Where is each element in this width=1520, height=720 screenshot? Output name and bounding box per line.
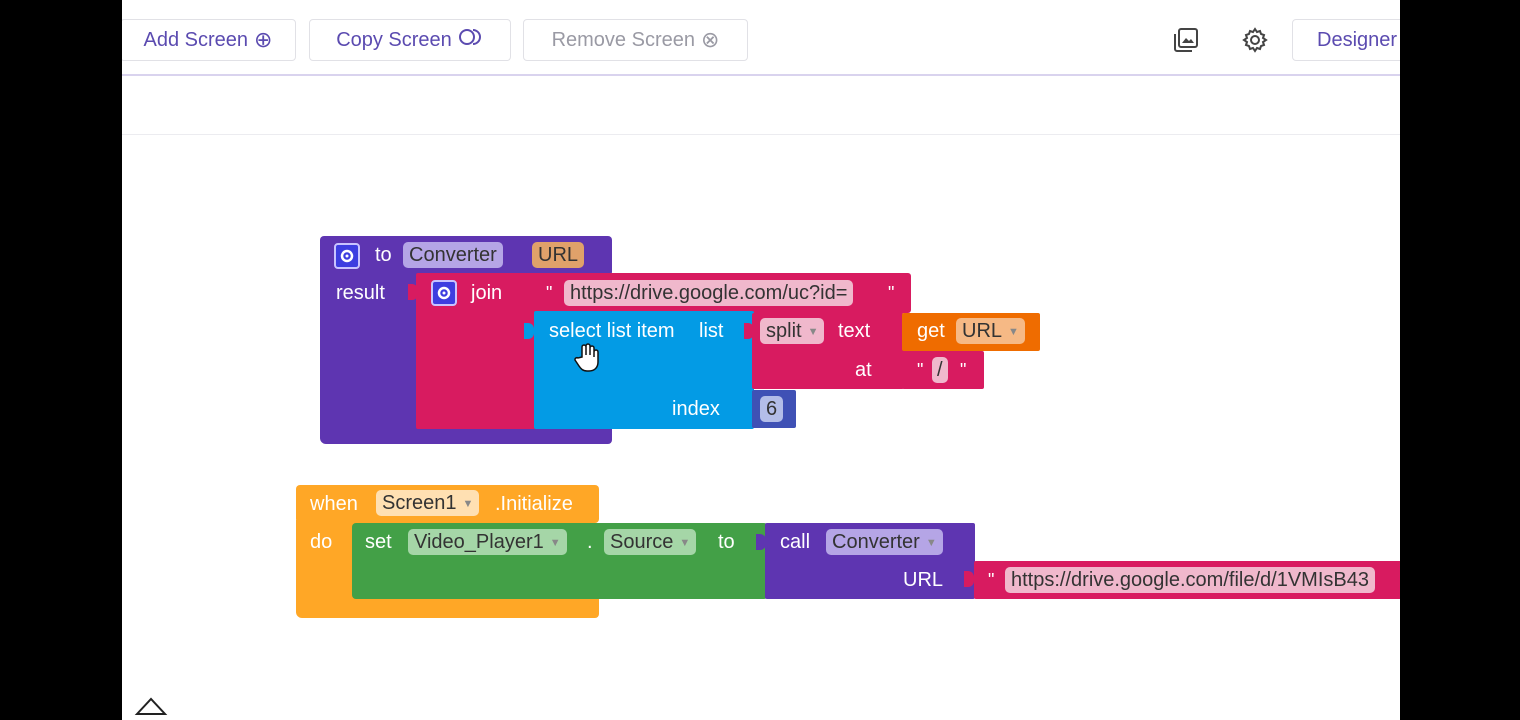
open-quote: " xyxy=(546,283,553,303)
gear-icon[interactable] xyxy=(1239,24,1271,56)
component-value: Video_Player1 xyxy=(414,531,544,553)
copy-icon xyxy=(458,27,484,53)
do-label: do xyxy=(310,531,333,553)
designer-button[interactable]: Designer xyxy=(1292,19,1400,61)
set-label: set xyxy=(365,531,392,553)
dropdown-arrow-icon: ▼ xyxy=(462,497,474,510)
separator-field[interactable]: / xyxy=(932,357,948,383)
procedure-dropdown[interactable]: Converter ▼ xyxy=(826,529,943,555)
open-quote: " xyxy=(917,360,924,380)
screen-value: Screen1 xyxy=(382,492,457,514)
split-dropdown[interactable]: split ▼ xyxy=(760,318,825,344)
select-list-item-label: select list item xyxy=(549,320,675,342)
get-label: get xyxy=(917,320,945,342)
procedure-value: Converter xyxy=(832,531,920,553)
join-label: join xyxy=(471,282,503,304)
blocks-editor-window: Add Screen ⊕ Copy Screen Remove Screen ⊗… xyxy=(122,0,1400,720)
mutator-gear-icon[interactable] xyxy=(334,243,360,269)
url-text-connector xyxy=(964,571,974,587)
copy-screen-button[interactable]: Copy Screen xyxy=(309,19,511,61)
url-value-field[interactable]: https://drive.google.com/file/d/1VMIsB43 xyxy=(1005,567,1375,593)
at-label: at xyxy=(855,359,872,381)
dropdown-arrow-icon: ▼ xyxy=(1008,325,1019,338)
open-quote: " xyxy=(988,570,995,590)
to-label: to xyxy=(375,244,392,266)
gallery-icon[interactable] xyxy=(1170,24,1202,56)
join-gear-icon[interactable] xyxy=(431,280,457,306)
designer-label: Designer xyxy=(1317,28,1398,51)
dot-label: . xyxy=(587,531,593,553)
plus-circle-icon: ⊕ xyxy=(254,27,273,52)
procedure-name-field[interactable]: Converter xyxy=(403,242,503,268)
text-label: text xyxy=(838,320,871,342)
copy-screen-label: Copy Screen xyxy=(336,28,452,51)
split-value: split xyxy=(766,320,802,342)
event-footer xyxy=(352,598,599,618)
toolbar: Add Screen ⊕ Copy Screen Remove Screen ⊗… xyxy=(122,0,1400,76)
url-prefix-field[interactable]: https://drive.google.com/uc?id= xyxy=(564,280,854,306)
when-label: when xyxy=(310,493,358,515)
close-quote: " xyxy=(960,360,967,380)
index-number-field[interactable]: 6 xyxy=(760,396,784,422)
call-label: call xyxy=(780,531,811,553)
select-list-connector xyxy=(524,323,534,339)
event-name-label: .Initialize xyxy=(495,493,573,515)
property-dropdown[interactable]: Source ▼ xyxy=(604,529,697,555)
dropdown-arrow-icon: ▼ xyxy=(925,536,937,549)
dropdown-arrow-icon: ▼ xyxy=(549,536,561,549)
dropdown-arrow-icon: ▼ xyxy=(679,536,691,549)
screen-dropdown[interactable]: Screen1 ▼ xyxy=(376,490,480,516)
add-screen-button[interactable]: Add Screen ⊕ xyxy=(122,19,296,61)
url-arg-label: URL xyxy=(903,569,944,591)
collapse-triangle-icon[interactable] xyxy=(134,695,168,720)
component-dropdown[interactable]: Video_Player1 ▼ xyxy=(408,529,567,555)
workspace-header xyxy=(122,76,1400,135)
close-quote: " xyxy=(888,283,895,303)
remove-screen-label: Remove Screen xyxy=(551,28,695,51)
hand-cursor-icon xyxy=(574,343,600,378)
get-variable-dropdown[interactable]: URL ▼ xyxy=(956,318,1025,344)
property-value: Source xyxy=(610,531,674,553)
to-label: to xyxy=(718,531,735,553)
result-label: result xyxy=(336,282,385,304)
list-label: list xyxy=(699,320,724,342)
close-circle-icon: ⊗ xyxy=(700,27,720,52)
parameter-url[interactable]: URL xyxy=(532,242,585,268)
dropdown-arrow-icon: ▼ xyxy=(807,325,819,338)
remove-screen-button[interactable]: Remove Screen ⊗ xyxy=(523,19,748,61)
add-screen-label: Add Screen xyxy=(143,28,249,51)
index-label: index xyxy=(672,398,720,420)
get-variable-value: URL xyxy=(962,320,1003,342)
